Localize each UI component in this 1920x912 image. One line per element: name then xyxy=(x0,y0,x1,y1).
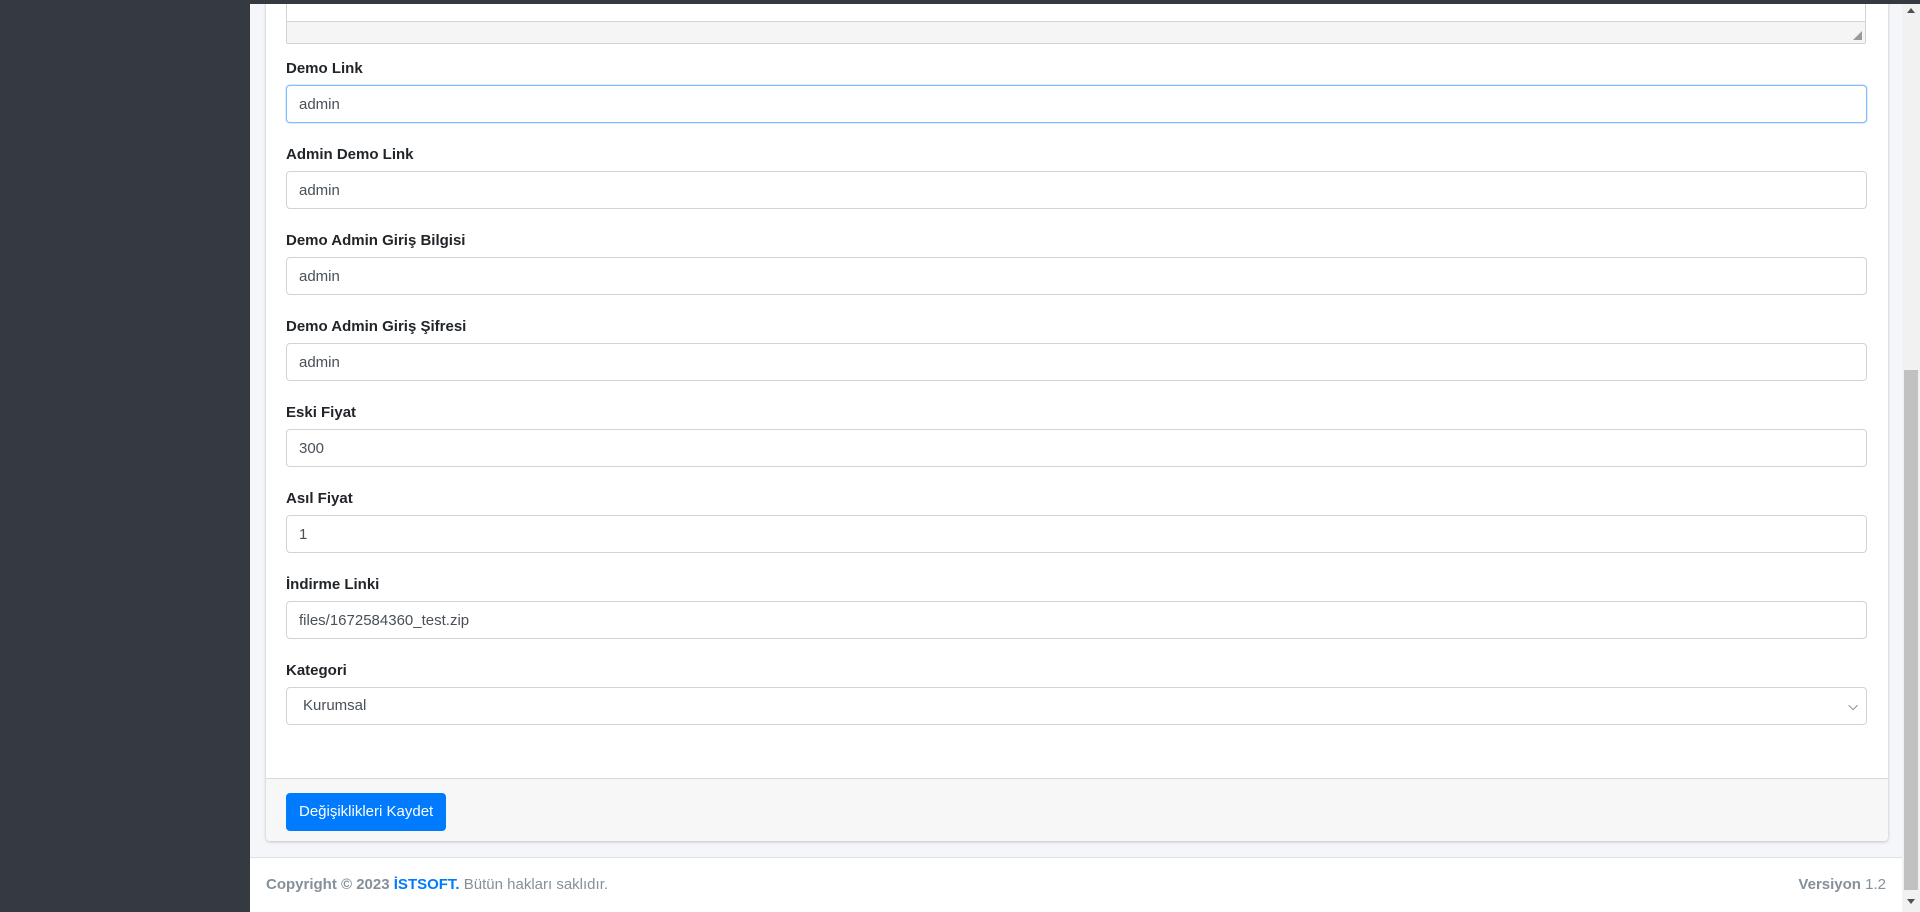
scroll-up-arrow-icon[interactable] xyxy=(1907,8,1915,13)
vertical-scrollbar[interactable] xyxy=(1902,0,1920,912)
category-selected-value: Kurumsal xyxy=(303,697,367,714)
demo-admin-login-input[interactable] xyxy=(286,257,1867,295)
edit-product-card: Demo Link Admin Demo Link Demo Admin Gir… xyxy=(266,0,1888,841)
admin-demo-link-label: Admin Demo Link xyxy=(286,146,414,163)
demo-link-input[interactable] xyxy=(286,85,1867,123)
textarea-content-area[interactable] xyxy=(287,1,1865,22)
category-label: Kategori xyxy=(286,662,347,679)
old-price-label: Eski Fiyat xyxy=(286,404,357,421)
demo-admin-password-label: Demo Admin Giriş Şifresi xyxy=(286,318,467,335)
brand-link[interactable]: İSTSOFT. xyxy=(394,876,460,893)
demo-admin-login-label: Demo Admin Giriş Bilgisi xyxy=(286,232,466,249)
demo-admin-password-input[interactable] xyxy=(286,343,1867,381)
chevron-down-icon: ⌵ xyxy=(1848,698,1858,713)
resize-handle-icon[interactable] xyxy=(1853,31,1862,40)
main-content: Demo Link Admin Demo Link Demo Admin Gir… xyxy=(250,0,1902,912)
actual-price-label: Asıl Fiyat xyxy=(286,490,353,507)
copyright-prefix: Copyright © 2023 xyxy=(266,876,390,893)
version-value: 1.2 xyxy=(1865,876,1886,893)
card-footer: Değişiklikleri Kaydet xyxy=(266,778,1888,841)
description-textarea[interactable] xyxy=(286,0,1866,44)
actual-price-input[interactable] xyxy=(286,515,1867,553)
save-changes-button[interactable]: Değişiklikleri Kaydet xyxy=(286,793,447,831)
sidebar xyxy=(0,0,250,912)
scrollbar-thumb[interactable] xyxy=(1904,370,1918,890)
version-info: Versiyon 1.2 xyxy=(1798,876,1886,893)
copyright-text: Copyright © 2023 İSTSOFT. Bütün hakları … xyxy=(266,876,608,893)
old-price-input[interactable] xyxy=(286,429,1867,467)
page-footer: Copyright © 2023 İSTSOFT. Bütün hakları … xyxy=(250,857,1902,912)
version-label: Versiyon xyxy=(1798,876,1861,893)
rights-text: Bütün hakları saklıdır. xyxy=(463,876,609,893)
window-top-edge xyxy=(0,0,1920,4)
download-link-input[interactable] xyxy=(286,601,1867,639)
category-select[interactable]: Kurumsal ⌵ xyxy=(286,687,1867,725)
admin-demo-link-input[interactable] xyxy=(286,171,1867,209)
download-link-label: İndirme Linki xyxy=(286,576,380,593)
demo-link-label: Demo Link xyxy=(286,60,363,77)
scroll-down-arrow-icon[interactable] xyxy=(1907,899,1915,904)
